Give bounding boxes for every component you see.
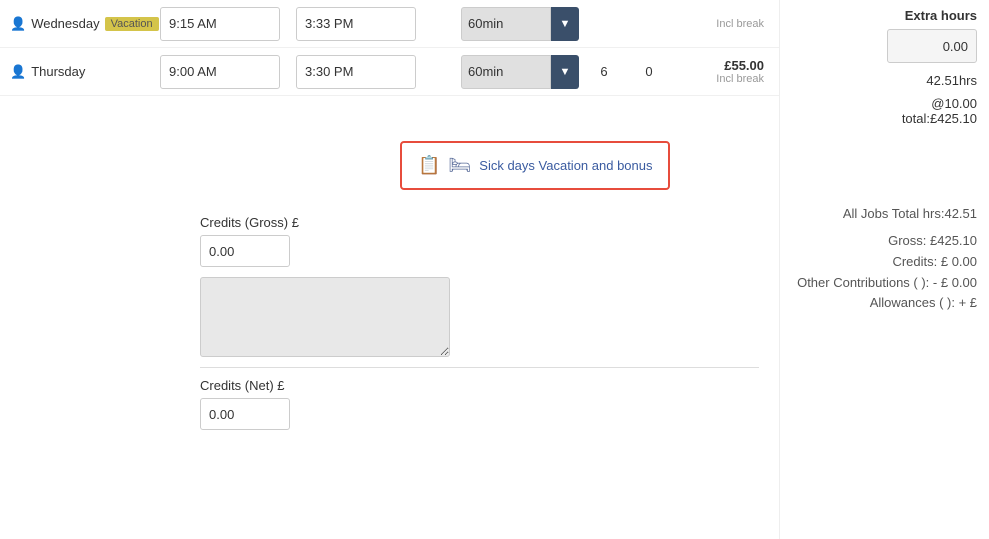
total-info: total:£425.10 bbox=[792, 111, 977, 126]
page-wrapper: 👤 Wednesday Vacation 3 ▼ Incl break bbox=[0, 0, 989, 539]
thursday-hours: 6 bbox=[579, 64, 629, 79]
chevron-down-icon: ▼ bbox=[560, 18, 571, 30]
rate-section: 42.51hrs @10.00 total:£425.10 bbox=[792, 73, 977, 126]
vacation-icon: 🛏 bbox=[448, 155, 471, 176]
credits-gross-section: Credits (Gross) £ bbox=[0, 215, 779, 267]
hours-info: 42.51hrs bbox=[792, 73, 977, 88]
separator-line bbox=[200, 367, 759, 368]
sick-days-label: Sick days Vacation and bonus bbox=[479, 158, 652, 173]
rate-info: @10.00 bbox=[792, 96, 977, 111]
gross-line: Gross: £425.10 bbox=[792, 231, 977, 252]
credits-gross-input[interactable] bbox=[200, 235, 290, 267]
wednesday-break-wrapper: ▼ bbox=[461, 7, 579, 41]
extra-hours-label: Extra hours bbox=[792, 8, 977, 23]
thursday-break-dropdown-btn[interactable]: ▼ bbox=[551, 55, 579, 89]
extra-hours-input[interactable] bbox=[887, 29, 977, 63]
wednesday-label: Wednesday bbox=[31, 16, 99, 31]
person-icon-wednesday: 👤 bbox=[10, 16, 26, 32]
thursday-row: 👤 Thursday ▼ 6 0 £55.00 Incl break bbox=[0, 48, 779, 96]
thursday-start-input[interactable] bbox=[160, 55, 280, 89]
sick-days-box[interactable]: 📋 🛏 Sick days Vacation and bonus bbox=[400, 141, 670, 190]
credits-line: Credits: £ 0.00 bbox=[792, 252, 977, 273]
wednesday-start-input[interactable] bbox=[160, 7, 280, 41]
wednesday-break-dropdown-btn[interactable]: ▼ bbox=[551, 7, 579, 41]
page-left: 👤 Wednesday Vacation 3 ▼ Incl break bbox=[0, 0, 779, 539]
chevron-down-icon-thursday: ▼ bbox=[560, 66, 571, 78]
wednesday-incl-break: Incl break bbox=[669, 18, 764, 30]
thursday-break-input[interactable] bbox=[461, 55, 551, 89]
thursday-end-input[interactable] bbox=[296, 55, 416, 89]
wednesday-pay: Incl break bbox=[669, 18, 779, 30]
all-jobs-label: All Jobs Total hrs:42.51 bbox=[843, 206, 977, 221]
person-icon-thursday: 👤 bbox=[10, 64, 26, 80]
thursday-incl-break: Incl break bbox=[669, 73, 764, 85]
allowances-line: Allowances ( ): + £ bbox=[792, 293, 977, 314]
wednesday-break-input[interactable] bbox=[461, 7, 551, 41]
sick-icon: 📋 bbox=[418, 155, 440, 176]
notes-area bbox=[0, 277, 779, 357]
wednesday-row: 👤 Wednesday Vacation 3 ▼ Incl break bbox=[0, 0, 779, 48]
summary-section: Gross: £425.10 Credits: £ 0.00 Other Con… bbox=[792, 231, 977, 314]
right-panel: Extra hours 42.51hrs @10.00 total:£425.1… bbox=[779, 0, 989, 539]
other-contributions-line: Other Contributions ( ): - £ 0.00 bbox=[792, 273, 977, 294]
wednesday-vacation-badge: Vacation bbox=[105, 17, 159, 31]
sick-days-area: 📋 🛏 Sick days Vacation and bonus bbox=[0, 126, 779, 205]
wednesday-day-cell: 👤 Wednesday Vacation 3 bbox=[0, 16, 160, 32]
credits-net-section: Credits (Net) £ bbox=[0, 378, 779, 430]
wednesday-times bbox=[160, 7, 453, 41]
spacer bbox=[0, 96, 779, 126]
thursday-day-cell: 👤 Thursday bbox=[0, 64, 160, 80]
wednesday-end-input[interactable] bbox=[296, 7, 416, 41]
thursday-label: Thursday bbox=[31, 64, 85, 79]
notes-textarea[interactable] bbox=[200, 277, 450, 357]
thursday-pay: £55.00 Incl break bbox=[669, 58, 779, 85]
credits-net-label: Credits (Net) £ bbox=[200, 378, 779, 393]
credits-net-input[interactable] bbox=[200, 398, 290, 430]
thursday-ot: 0 bbox=[629, 64, 669, 79]
extra-hours-section: Extra hours bbox=[792, 8, 977, 63]
thursday-times bbox=[160, 55, 453, 89]
separator-wrapper bbox=[0, 367, 779, 368]
all-jobs-total: All Jobs Total hrs:42.51 bbox=[792, 206, 977, 221]
thursday-break-wrapper: ▼ bbox=[461, 55, 579, 89]
thursday-pay-amount: £55.00 bbox=[669, 58, 764, 73]
credits-gross-label: Credits (Gross) £ bbox=[200, 215, 779, 230]
